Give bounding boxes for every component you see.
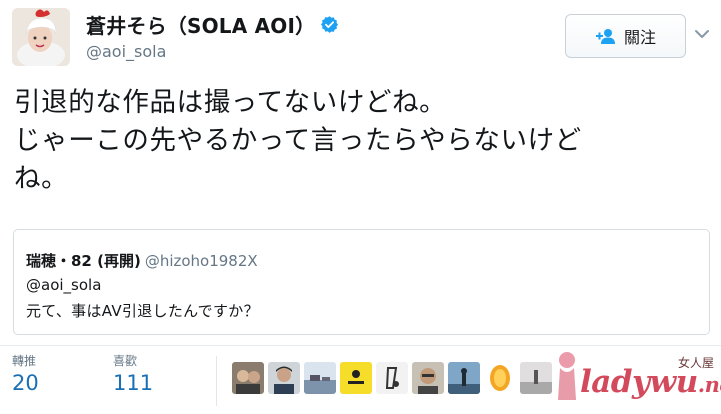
watermark-suffix: .net bbox=[697, 372, 721, 397]
liker-avatar[interactable] bbox=[376, 362, 408, 394]
quoted-tweet-card[interactable]: 瑞穂・82 (再開) @hizoho1982X @aoi_sola 元て、事はAV… bbox=[13, 229, 710, 335]
retweet-stat[interactable]: 轉推 20 bbox=[12, 352, 39, 395]
watermark-main-text: ladywu.net bbox=[580, 364, 721, 400]
liker-avatar[interactable] bbox=[520, 362, 552, 394]
liker-avatar[interactable] bbox=[412, 362, 444, 394]
author-display-name[interactable]: 蒼井そら（SOLA AOI） bbox=[86, 10, 315, 39]
tweet-text-line: じゃーこの先やるかって言ったらやらないけど bbox=[14, 125, 582, 156]
site-watermark: 女人屋 ladywu.net bbox=[552, 346, 721, 412]
verified-badge-icon bbox=[321, 16, 339, 33]
tweet-text: 引退的な作品は撮ってないけどね。 じゃーこの先やるかって言ったらやらないけど ね… bbox=[14, 84, 714, 198]
tweet-text-line: 引退的な作品は撮ってないけどね。 bbox=[14, 87, 447, 118]
author-name-row: 蒼井そら（SOLA AOI） bbox=[86, 10, 339, 39]
liker-avatar[interactable] bbox=[340, 362, 372, 394]
stats-separator bbox=[216, 356, 217, 406]
liker-avatar[interactable] bbox=[304, 362, 336, 394]
profile-avatar[interactable] bbox=[12, 8, 70, 66]
quoted-author-handle: @hizoho1982X bbox=[144, 252, 258, 270]
follow-button-label: 關注 bbox=[623, 28, 656, 47]
retweets-label: 轉推 bbox=[12, 354, 37, 368]
follow-button[interactable]: 關注 bbox=[565, 14, 686, 58]
avatar-image bbox=[12, 8, 70, 66]
likes-label: 喜歡 bbox=[113, 354, 138, 368]
liker-avatar[interactable] bbox=[232, 362, 264, 394]
liker-avatar[interactable] bbox=[484, 362, 516, 394]
liker-avatar[interactable] bbox=[448, 362, 480, 394]
liker-avatars bbox=[232, 362, 552, 394]
liker-avatar[interactable] bbox=[268, 362, 300, 394]
likes-stat[interactable]: 喜歡 111 bbox=[113, 352, 153, 395]
chevron-down-icon[interactable] bbox=[694, 28, 710, 40]
quoted-tweet-header: 瑞穂・82 (再開) @hizoho1982X bbox=[26, 250, 258, 271]
tweet-text-line: ね。 bbox=[14, 163, 69, 194]
author-handle[interactable]: @aoi_sola bbox=[86, 42, 166, 61]
quoted-author-name: 瑞穂・82 (再開) bbox=[26, 252, 141, 270]
likes-count: 111 bbox=[113, 371, 154, 395]
quoted-tweet-mention: @aoi_sola bbox=[26, 276, 102, 294]
watermark-brand: ladywu bbox=[580, 364, 698, 400]
quoted-tweet-text: 元て、事はAV引退したんですか？ bbox=[26, 302, 259, 320]
add-user-icon bbox=[595, 29, 615, 44]
watermark-figure-icon bbox=[558, 352, 576, 400]
retweets-count: 20 bbox=[12, 371, 39, 395]
